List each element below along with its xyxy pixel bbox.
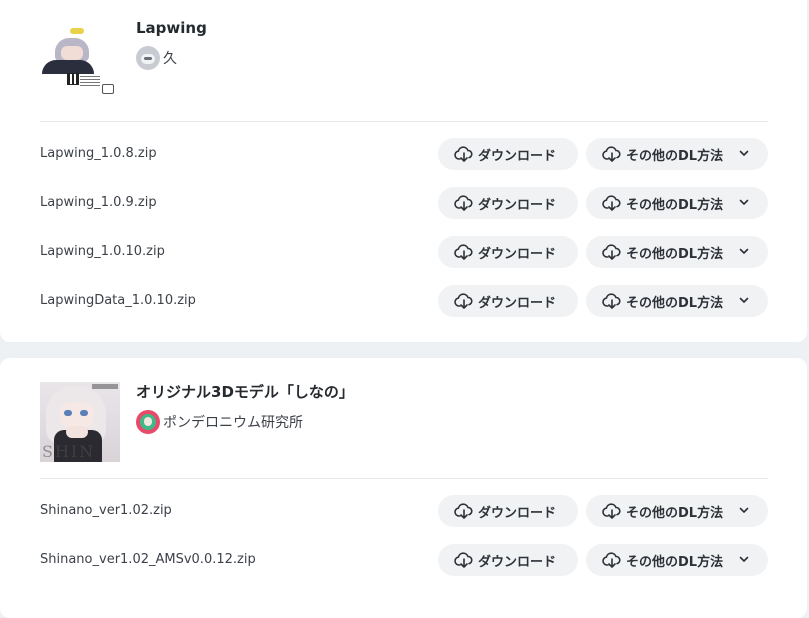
cloud-download-icon bbox=[602, 552, 621, 568]
chevron-down-icon bbox=[739, 248, 749, 254]
product-title[interactable]: Lapwing bbox=[136, 18, 207, 38]
file-row: LapwingData_1.0.10.zip ダウンロード その他のDL方法 bbox=[40, 285, 768, 317]
divider bbox=[40, 121, 768, 122]
shop-name[interactable]: ポンデロニウム研究所 bbox=[163, 412, 303, 432]
download-label: ダウンロード bbox=[478, 246, 557, 262]
cloud-download-icon bbox=[602, 146, 621, 162]
cloud-download-icon bbox=[454, 146, 473, 162]
download-button[interactable]: ダウンロード bbox=[438, 187, 578, 219]
file-row: Shinano_ver1.02.zip ダウンロード その他のDL方法 bbox=[40, 495, 768, 527]
other-dl-methods-button[interactable]: その他のDL方法 bbox=[586, 236, 768, 268]
download-button[interactable]: ダウンロード bbox=[438, 495, 578, 527]
chevron-down-icon bbox=[739, 556, 749, 562]
divider bbox=[40, 478, 768, 479]
product-thumbnail[interactable]: SHIN bbox=[40, 382, 120, 462]
file-name: Lapwing_1.0.8.zip bbox=[40, 146, 157, 161]
file-row: Lapwing_1.0.10.zip ダウンロード その他のDL方法 bbox=[40, 236, 768, 268]
download-button[interactable]: ダウンロード bbox=[438, 544, 578, 576]
other-methods-label: その他のDL方法 bbox=[626, 246, 724, 262]
shop-avatar bbox=[136, 46, 160, 70]
other-dl-methods-button[interactable]: その他のDL方法 bbox=[586, 495, 768, 527]
file-name: Shinano_ver1.02.zip bbox=[40, 503, 172, 518]
shop-link[interactable]: ポンデロニウム研究所 bbox=[136, 410, 354, 434]
download-label: ダウンロード bbox=[478, 148, 557, 164]
file-row: Lapwing_1.0.9.zip ダウンロード その他のDL方法 bbox=[40, 187, 768, 219]
cloud-download-icon bbox=[454, 195, 473, 211]
product-header: Lapwing 久 bbox=[40, 18, 207, 98]
other-dl-methods-button[interactable]: その他のDL方法 bbox=[586, 544, 768, 576]
chevron-down-icon bbox=[739, 297, 749, 303]
product-thumbnail[interactable] bbox=[40, 18, 120, 98]
file-name: LapwingData_1.0.10.zip bbox=[40, 293, 196, 308]
product-card-shinano: SHIN オリジナル3Dモデル「しなの」 ポンデロニウム研究所 Shinano_… bbox=[0, 358, 807, 618]
download-button[interactable]: ダウンロード bbox=[438, 236, 578, 268]
file-name: Lapwing_1.0.9.zip bbox=[40, 195, 157, 210]
file-name: Lapwing_1.0.10.zip bbox=[40, 244, 165, 259]
download-label: ダウンロード bbox=[478, 554, 557, 570]
other-methods-label: その他のDL方法 bbox=[626, 295, 724, 311]
other-dl-methods-button[interactable]: その他のDL方法 bbox=[586, 138, 768, 170]
chevron-down-icon bbox=[739, 199, 749, 205]
cloud-download-icon bbox=[454, 503, 473, 519]
product-card-lapwing: Lapwing 久 Lapwing_1.0.8.zip ダウンロード その他のD… bbox=[0, 0, 807, 342]
cloud-download-icon bbox=[602, 503, 621, 519]
shop-avatar bbox=[136, 410, 160, 434]
other-methods-label: その他のDL方法 bbox=[626, 505, 724, 521]
chevron-down-icon bbox=[739, 150, 749, 156]
download-label: ダウンロード bbox=[478, 197, 557, 213]
download-button[interactable]: ダウンロード bbox=[438, 138, 578, 170]
download-label: ダウンロード bbox=[478, 295, 557, 311]
cloud-download-icon bbox=[602, 195, 621, 211]
cloud-download-icon bbox=[454, 244, 473, 260]
shop-name[interactable]: 久 bbox=[163, 48, 177, 68]
other-dl-methods-button[interactable]: その他のDL方法 bbox=[586, 187, 768, 219]
shop-link[interactable]: 久 bbox=[136, 46, 207, 70]
download-label: ダウンロード bbox=[478, 505, 557, 521]
chevron-down-icon bbox=[739, 507, 749, 513]
cloud-download-icon bbox=[454, 293, 473, 309]
other-dl-methods-button[interactable]: その他のDL方法 bbox=[586, 285, 768, 317]
file-name: Shinano_ver1.02_AMSv0.0.12.zip bbox=[40, 552, 256, 567]
file-row: Lapwing_1.0.8.zip ダウンロード その他のDL方法 bbox=[40, 138, 768, 170]
other-methods-label: その他のDL方法 bbox=[626, 197, 724, 213]
other-methods-label: その他のDL方法 bbox=[626, 148, 724, 164]
product-title[interactable]: オリジナル3Dモデル「しなの」 bbox=[136, 382, 354, 402]
download-button[interactable]: ダウンロード bbox=[438, 285, 578, 317]
cloud-download-icon bbox=[602, 244, 621, 260]
file-row: Shinano_ver1.02_AMSv0.0.12.zip ダウンロード その… bbox=[40, 544, 768, 576]
cloud-download-icon bbox=[454, 552, 473, 568]
other-methods-label: その他のDL方法 bbox=[626, 554, 724, 570]
cloud-download-icon bbox=[602, 293, 621, 309]
product-header: SHIN オリジナル3Dモデル「しなの」 ポンデロニウム研究所 bbox=[40, 382, 354, 462]
